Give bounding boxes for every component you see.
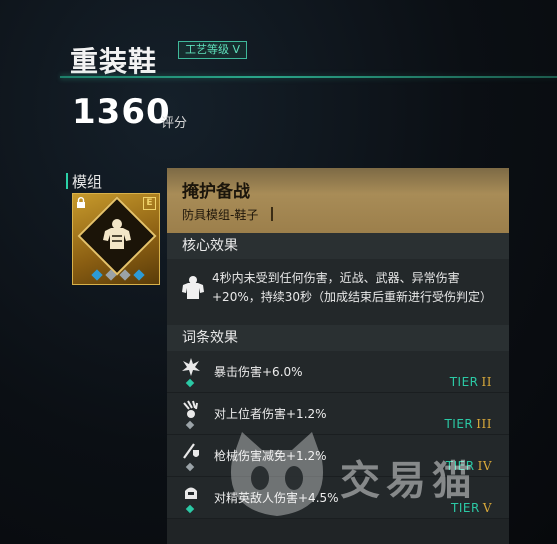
affix-tier: TIER III bbox=[444, 417, 492, 431]
craft-level-badge: 工艺等级 V bbox=[178, 41, 248, 59]
tier-number: V bbox=[482, 501, 492, 515]
affix-row: 对上位者伤害+1.2% TIER III bbox=[167, 393, 509, 435]
watermark-text: 交易猫 bbox=[340, 458, 478, 504]
panel-header: 掩护备战 防具模组-鞋子 bbox=[167, 168, 509, 233]
affix-label: 枪械伤害减免+1.2% bbox=[214, 449, 327, 463]
armored-torso-icon bbox=[182, 276, 204, 299]
core-effect-row: 4秒内未受到任何伤害，近战、武器、异常伤害+20%，持续30秒（加成结束后重新进… bbox=[167, 259, 509, 325]
module-grade-badge: E bbox=[143, 197, 156, 210]
claw-icon bbox=[183, 400, 198, 418]
tier-number: II bbox=[481, 375, 492, 389]
affix-tier: TIER II bbox=[450, 375, 492, 389]
subtitle-divider bbox=[271, 207, 273, 221]
slot-dot bbox=[119, 269, 131, 281]
tier-label: TIER bbox=[444, 417, 474, 431]
module-card[interactable]: E bbox=[72, 193, 160, 285]
module-section-label: 模组 bbox=[65, 173, 103, 191]
affix-effect-header: 词条效果 bbox=[167, 325, 509, 351]
affix-label: 对精英敌人伤害+4.5% bbox=[214, 491, 339, 505]
module-slot-dots bbox=[91, 269, 145, 281]
module-title: 掩护备战 bbox=[182, 182, 250, 202]
affix-row: 暴击伤害+6.0% TIER II bbox=[167, 351, 509, 393]
affix-label: 对上位者伤害+1.2% bbox=[214, 407, 327, 421]
slot-dot bbox=[91, 269, 103, 281]
elite-icon bbox=[185, 487, 197, 499]
core-effect-header: 核心效果 bbox=[167, 233, 509, 259]
module-subtitle: 防具模组-鞋子 bbox=[182, 208, 259, 222]
tier-label: TIER bbox=[449, 375, 479, 389]
affix-dot bbox=[185, 504, 195, 514]
affix-dot bbox=[185, 378, 195, 388]
gun-shield-icon bbox=[183, 443, 199, 459]
affix-dot bbox=[185, 462, 195, 472]
core-effect-text: 4秒内未受到任何伤害，近战、武器、异常伤害+20%，持续30秒（加成结束后重新进… bbox=[212, 271, 492, 304]
affix-label: 暴击伤害+6.0% bbox=[214, 365, 303, 379]
header-divider bbox=[60, 76, 557, 78]
slot-dot bbox=[133, 269, 145, 281]
lock-icon[interactable] bbox=[76, 197, 86, 211]
score-value: 1360 bbox=[72, 92, 171, 132]
armored-torso-icon bbox=[103, 219, 131, 249]
score-unit: 评分 bbox=[161, 116, 188, 131]
affix-dot bbox=[185, 420, 195, 430]
tier-number: IV bbox=[477, 459, 492, 473]
tier-number: III bbox=[476, 417, 492, 431]
burst-icon bbox=[182, 358, 200, 376]
slot-dot bbox=[105, 269, 117, 281]
